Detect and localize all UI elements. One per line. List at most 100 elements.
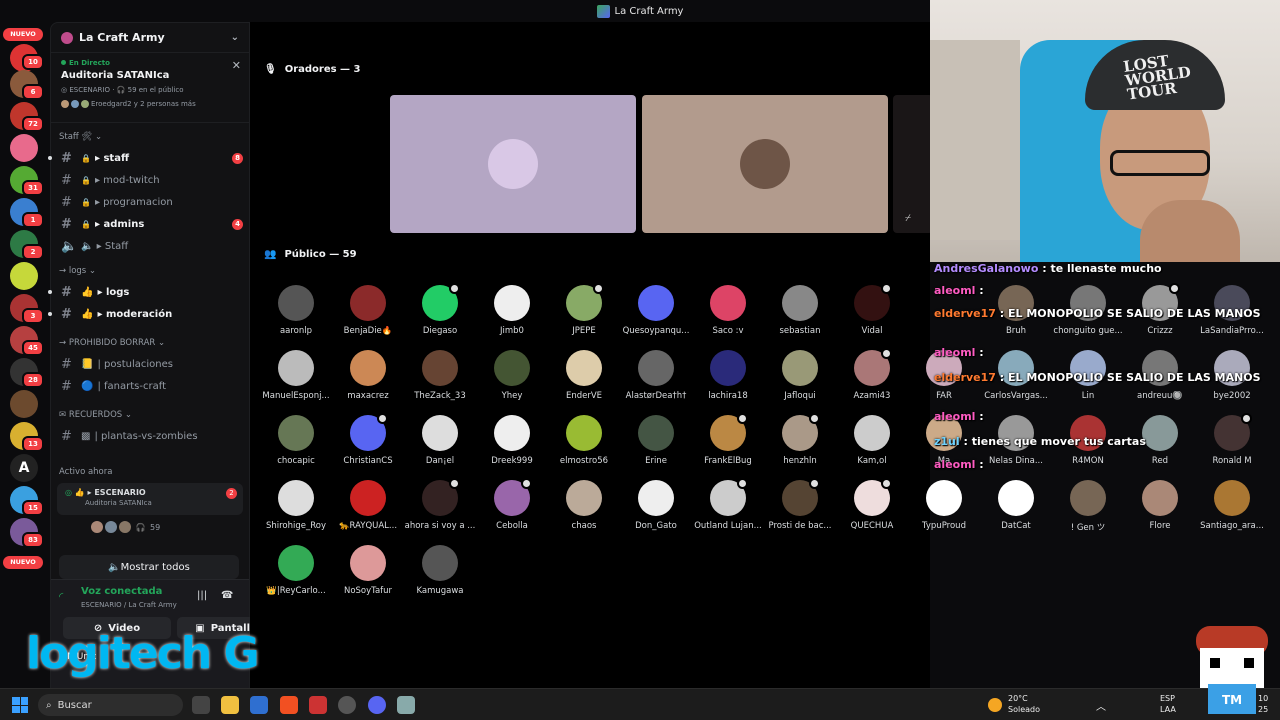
audience-member[interactable]: Yhey bbox=[476, 350, 548, 401]
category-label: PROHIBIDO BORRAR bbox=[68, 338, 156, 348]
server-icon[interactable] bbox=[10, 134, 38, 162]
audience-member[interactable]: ManuelEsponj... bbox=[260, 350, 332, 401]
close-icon[interactable]: ✕ bbox=[232, 59, 241, 72]
audience-member[interactable]: TheZack_33 bbox=[404, 350, 476, 401]
chevron-up-icon[interactable]: ︿ bbox=[1096, 698, 1106, 713]
audience-member[interactable]: Cebolla bbox=[476, 478, 548, 531]
audience-member[interactable]: sebastian bbox=[764, 285, 836, 336]
category-logs[interactable]: → logs ⌄ bbox=[51, 261, 249, 281]
audience-member[interactable]: chocapic bbox=[260, 415, 332, 466]
app-icon[interactable] bbox=[309, 696, 327, 714]
speaker-tile[interactable] bbox=[390, 95, 636, 233]
audience-member[interactable]: lachira18 bbox=[692, 350, 764, 401]
audience-member[interactable]: Don_Gato bbox=[620, 480, 692, 531]
audience-name: ChristianCS bbox=[343, 456, 393, 466]
voice-sub[interactable]: ESCENARIO / La Craft Army bbox=[81, 601, 177, 609]
audience-member[interactable]: Outland Lujan... bbox=[692, 478, 764, 531]
avatar bbox=[61, 100, 69, 108]
audience-member[interactable]: Dan¡el bbox=[404, 415, 476, 466]
audience-member[interactable]: Erine bbox=[620, 415, 692, 466]
settings-icon[interactable] bbox=[397, 696, 415, 714]
audience-member[interactable]: Diegaso bbox=[404, 283, 476, 336]
avatar bbox=[278, 285, 314, 321]
disconnect-icon[interactable]: ☎ bbox=[221, 590, 233, 601]
channel-plantas[interactable]: # ▩ | plantas-vs-zombies bbox=[51, 425, 249, 447]
audience-member[interactable]: Shirohige_Roy bbox=[260, 480, 332, 531]
audience-member[interactable]: EnderVE bbox=[548, 350, 620, 401]
audience-member[interactable]: JPEPE bbox=[548, 283, 620, 336]
audience-member[interactable]: AlastørDea†h† bbox=[620, 350, 692, 401]
windows-start-icon[interactable] bbox=[12, 697, 28, 713]
weather-desc[interactable]: Soleado bbox=[1008, 705, 1040, 714]
channel-admins[interactable]: # 🔒 ▸ admins 4 bbox=[51, 213, 249, 235]
task-view-icon[interactable] bbox=[192, 696, 210, 714]
audience-member[interactable]: chaos bbox=[548, 480, 620, 531]
status-badge bbox=[593, 283, 604, 294]
audience-name: Azami43 bbox=[853, 391, 891, 401]
audience-member[interactable]: ! Gen ツ bbox=[1052, 480, 1124, 533]
audience-member[interactable]: elmostro56 bbox=[548, 415, 620, 466]
server-icon[interactable]: A bbox=[10, 454, 38, 482]
audience-member[interactable]: Santiago_ara... bbox=[1196, 480, 1268, 531]
store-icon[interactable] bbox=[250, 696, 268, 714]
audience-member[interactable]: aaronlp bbox=[260, 285, 332, 336]
audience-member[interactable]: DatCat bbox=[980, 480, 1052, 531]
live-stage-banner[interactable]: En Directo Auditoria SATANIca ◎ ESCENARI… bbox=[51, 53, 249, 123]
audience-member[interactable]: henzhln bbox=[764, 413, 836, 466]
audience-member[interactable]: Vidal bbox=[836, 283, 908, 336]
audience-member[interactable]: Kamugawa bbox=[404, 545, 476, 596]
audience-member[interactable]: ChristianCS bbox=[332, 413, 404, 466]
channel-staff-voice[interactable]: 🔈 🔈 ▸ Staff bbox=[51, 235, 249, 257]
app-icon[interactable] bbox=[338, 696, 356, 714]
audience-member[interactable]: QUECHUA bbox=[836, 478, 908, 531]
weather-temp[interactable]: 20°C bbox=[1008, 694, 1028, 703]
show-all-button[interactable]: 🔈 Mostrar todos bbox=[59, 555, 239, 579]
speaker-tile[interactable] bbox=[642, 95, 888, 233]
audience-member[interactable]: NoSoyTafur bbox=[332, 545, 404, 596]
language-layout[interactable]: LAA bbox=[1160, 705, 1176, 714]
audience-name: 👑|ReyCarlo... bbox=[266, 586, 326, 596]
audience-member[interactable]: TypuProud bbox=[908, 480, 980, 531]
channel-mod-twitch[interactable]: # 🔒 ▸ mod-twitch bbox=[51, 169, 249, 191]
voice-status[interactable]: Voz conectada bbox=[81, 586, 162, 597]
category-staff[interactable]: Staff 🛠 ⌄ bbox=[51, 127, 249, 147]
server-header[interactable]: La Craft Army ⌄ bbox=[51, 23, 249, 53]
channel-moderacion[interactable]: # 👍 ▸ moderación bbox=[48, 303, 249, 325]
audience-member[interactable]: Saco :v bbox=[692, 285, 764, 336]
audience-member[interactable]: Prosti de bac... bbox=[764, 478, 836, 531]
channel-fanarts[interactable]: # 🔵 | fanarts-craft bbox=[51, 375, 249, 397]
audience-member[interactable]: Jafloqui bbox=[764, 350, 836, 401]
discord-icon[interactable] bbox=[368, 696, 386, 714]
audience-member[interactable]: Ronald M bbox=[1196, 413, 1268, 466]
audience-member[interactable]: Flore bbox=[1124, 480, 1196, 531]
brave-icon[interactable] bbox=[280, 696, 298, 714]
speaker-tile[interactable]: ⌿ bbox=[893, 95, 933, 233]
channel-logs[interactable]: # 👍 ▸ logs bbox=[48, 281, 249, 303]
audience-member[interactable]: Kam,ol bbox=[836, 415, 908, 466]
file-explorer-icon[interactable] bbox=[221, 696, 239, 714]
stage-count: 59 bbox=[150, 522, 161, 532]
thumbs-icon: 👍 bbox=[81, 308, 94, 320]
channel-programacion[interactable]: # 🔒 ▸ programacion bbox=[51, 191, 249, 213]
audience-member[interactable]: Dreek999 bbox=[476, 415, 548, 466]
audience-member[interactable]: 🐆RAYQUAL... bbox=[332, 480, 404, 531]
category-recuerdos[interactable]: ✉ RECUERDOS ⌄ bbox=[51, 405, 249, 425]
active-stage-card[interactable]: ◎ 👍 ▸ ESCENARIO Auditoria SATANIca 2 bbox=[57, 483, 243, 515]
audience-member[interactable]: 👑|ReyCarlo... bbox=[260, 545, 332, 596]
server-icon[interactable] bbox=[10, 262, 38, 290]
audience-member[interactable]: Jimb0 bbox=[476, 285, 548, 336]
audience-member[interactable]: Quesoypanqu... bbox=[620, 285, 692, 336]
chevron-down-icon[interactable]: ⌄ bbox=[231, 32, 239, 43]
audience-member[interactable]: Azami43 bbox=[836, 348, 908, 401]
audience-member[interactable]: ahora si voy a ... bbox=[404, 478, 476, 531]
taskbar-search[interactable]: ⌕ Buscar bbox=[38, 694, 183, 716]
channel-staff[interactable]: # 🔒 ▸ staff 8 bbox=[48, 147, 249, 169]
audience-member[interactable]: BenjaDie🔥 bbox=[332, 285, 404, 336]
audience-member[interactable]: FrankElBug bbox=[692, 413, 764, 466]
audience-member[interactable]: maxacrez bbox=[332, 350, 404, 401]
language[interactable]: ESP bbox=[1160, 694, 1175, 703]
channel-postulaciones[interactable]: # 📒 | postulaciones bbox=[51, 353, 249, 375]
server-icon[interactable] bbox=[10, 390, 38, 418]
soundwave-icon[interactable]: ||| bbox=[197, 590, 207, 601]
category-prohibido[interactable]: → PROHIBIDO BORRAR ⌄ bbox=[51, 333, 249, 353]
